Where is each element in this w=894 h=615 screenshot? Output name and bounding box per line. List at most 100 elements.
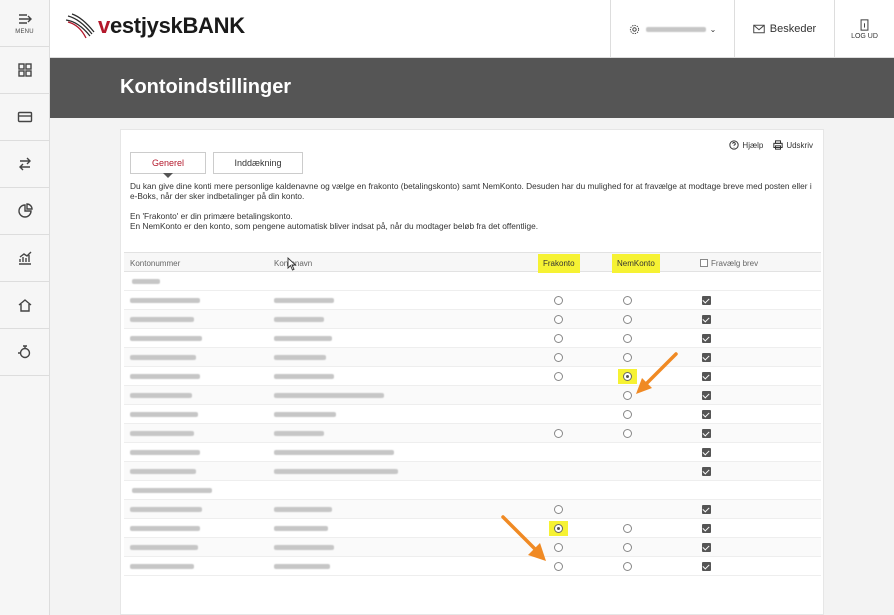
page-title: Kontoindstillinger bbox=[120, 76, 292, 98]
account-name-redacted[interactable] bbox=[274, 393, 384, 398]
logout-icon bbox=[860, 18, 869, 31]
overview-nav[interactable] bbox=[0, 47, 49, 94]
opt-out-checkbox[interactable] bbox=[702, 353, 711, 362]
opt-out-checkbox[interactable] bbox=[702, 448, 711, 457]
frakonto-radio[interactable] bbox=[554, 315, 563, 324]
table-row bbox=[124, 557, 821, 576]
account-name-redacted[interactable] bbox=[274, 412, 336, 417]
chevron-down-icon: ⌄ bbox=[709, 24, 717, 34]
table-row bbox=[124, 500, 821, 519]
account-number-redacted bbox=[130, 450, 200, 455]
nemkonto-explanation: En NemKonto er den konto, som pengene au… bbox=[130, 221, 539, 231]
opt-out-checkbox[interactable] bbox=[702, 562, 711, 571]
bank-logo[interactable]: vestjyskBANK bbox=[64, 12, 245, 40]
accounts-nav[interactable] bbox=[0, 94, 49, 141]
frakonto-radio[interactable] bbox=[554, 296, 563, 305]
account-number-redacted bbox=[130, 298, 200, 303]
menu-icon bbox=[18, 14, 32, 24]
account-number-redacted bbox=[130, 317, 194, 322]
nemkonto-radio[interactable] bbox=[623, 524, 632, 533]
nemkonto-radio[interactable] bbox=[623, 391, 632, 400]
home-nav[interactable] bbox=[0, 282, 49, 329]
frakonto-radio[interactable] bbox=[554, 543, 563, 552]
table-row bbox=[124, 386, 821, 405]
account-number-redacted bbox=[130, 412, 198, 417]
table-row bbox=[124, 405, 821, 424]
account-name-redacted[interactable] bbox=[274, 374, 334, 379]
nemkonto-radio[interactable] bbox=[623, 410, 632, 419]
table-row bbox=[124, 310, 821, 329]
settings-card: Hjælp Udskriv Generel Inddækning Du kan … bbox=[120, 129, 824, 615]
nemkonto-radio[interactable] bbox=[623, 543, 632, 552]
account-number-redacted bbox=[130, 431, 194, 436]
account-name-redacted[interactable] bbox=[274, 526, 328, 531]
account-name-redacted[interactable] bbox=[274, 431, 324, 436]
group-name-redacted bbox=[132, 488, 212, 493]
frakonto-radio[interactable] bbox=[554, 524, 563, 533]
frakonto-radio[interactable] bbox=[554, 505, 563, 514]
print-link[interactable]: Udskriv bbox=[773, 140, 813, 150]
opt-out-checkbox[interactable] bbox=[702, 467, 711, 476]
envelope-icon bbox=[753, 24, 765, 34]
transfer-nav[interactable] bbox=[0, 141, 49, 188]
pension-nav[interactable] bbox=[0, 188, 49, 235]
frakonto-radio[interactable] bbox=[554, 334, 563, 343]
opt-out-checkbox[interactable] bbox=[702, 543, 711, 552]
menu-label: MENU bbox=[15, 29, 34, 35]
messages-button[interactable]: Beskeder bbox=[734, 0, 834, 58]
frakonto-radio[interactable] bbox=[554, 353, 563, 362]
opt-out-checkbox[interactable] bbox=[702, 334, 711, 343]
account-name-redacted[interactable] bbox=[274, 355, 326, 360]
group-header bbox=[124, 272, 821, 291]
tab-bar: Generel Inddækning bbox=[130, 152, 303, 174]
savings-nav[interactable] bbox=[0, 329, 49, 376]
help-link[interactable]: Hjælp bbox=[729, 140, 763, 150]
content-area: Hjælp Udskriv Generel Inddækning Du kan … bbox=[50, 118, 894, 615]
account-name-redacted[interactable] bbox=[274, 564, 330, 569]
frakonto-radio[interactable] bbox=[554, 429, 563, 438]
table-header: Kontonummer Kontonavn Frakonto NemKonto … bbox=[124, 252, 821, 273]
menu-button[interactable]: MENU bbox=[0, 0, 49, 47]
nemkonto-radio[interactable] bbox=[623, 334, 632, 343]
card-icon bbox=[17, 111, 32, 123]
nemkonto-radio[interactable] bbox=[623, 315, 632, 324]
col-opt-out[interactable]: Fravælg brev bbox=[700, 259, 758, 268]
frakonto-radio[interactable] bbox=[554, 372, 563, 381]
opt-out-checkbox[interactable] bbox=[702, 410, 711, 419]
account-name-redacted[interactable] bbox=[274, 298, 334, 303]
frakonto-radio[interactable] bbox=[554, 562, 563, 571]
opt-out-checkbox[interactable] bbox=[702, 391, 711, 400]
help-label: Hjælp bbox=[742, 140, 764, 150]
nemkonto-radio[interactable] bbox=[623, 562, 632, 571]
tab-generel[interactable]: Generel bbox=[130, 152, 206, 174]
logout-label: LOG UD bbox=[851, 32, 878, 40]
opt-out-all-checkbox[interactable] bbox=[700, 259, 708, 267]
dashboard-icon bbox=[17, 63, 32, 77]
opt-out-checkbox[interactable] bbox=[702, 372, 711, 381]
table-row bbox=[124, 462, 821, 481]
piggy-bank-icon bbox=[17, 345, 30, 359]
account-name-redacted[interactable] bbox=[274, 450, 394, 455]
account-name-redacted[interactable] bbox=[274, 336, 332, 341]
account-name-redacted[interactable] bbox=[274, 507, 332, 512]
nemkonto-radio[interactable] bbox=[623, 372, 632, 381]
account-name-redacted[interactable] bbox=[274, 545, 334, 550]
user-menu[interactable]: ⌄ bbox=[610, 0, 734, 58]
investments-nav[interactable] bbox=[0, 235, 49, 282]
tab-inddaekning[interactable]: Inddækning bbox=[213, 152, 303, 174]
account-name-redacted[interactable] bbox=[274, 469, 398, 474]
opt-out-checkbox[interactable] bbox=[702, 315, 711, 324]
opt-out-checkbox[interactable] bbox=[702, 429, 711, 438]
account-number-redacted bbox=[130, 393, 192, 398]
account-name-redacted[interactable] bbox=[274, 317, 324, 322]
opt-out-checkbox[interactable] bbox=[702, 505, 711, 514]
account-number-redacted bbox=[130, 469, 196, 474]
nemkonto-radio[interactable] bbox=[623, 429, 632, 438]
nemkonto-radio[interactable] bbox=[623, 353, 632, 362]
opt-out-checkbox[interactable] bbox=[702, 296, 711, 305]
account-number-redacted bbox=[130, 526, 200, 531]
nemkonto-radio[interactable] bbox=[623, 296, 632, 305]
logout-button[interactable]: LOG UD bbox=[834, 0, 894, 58]
opt-out-checkbox[interactable] bbox=[702, 524, 711, 533]
logo-text: estjyskBANK bbox=[109, 13, 245, 38]
